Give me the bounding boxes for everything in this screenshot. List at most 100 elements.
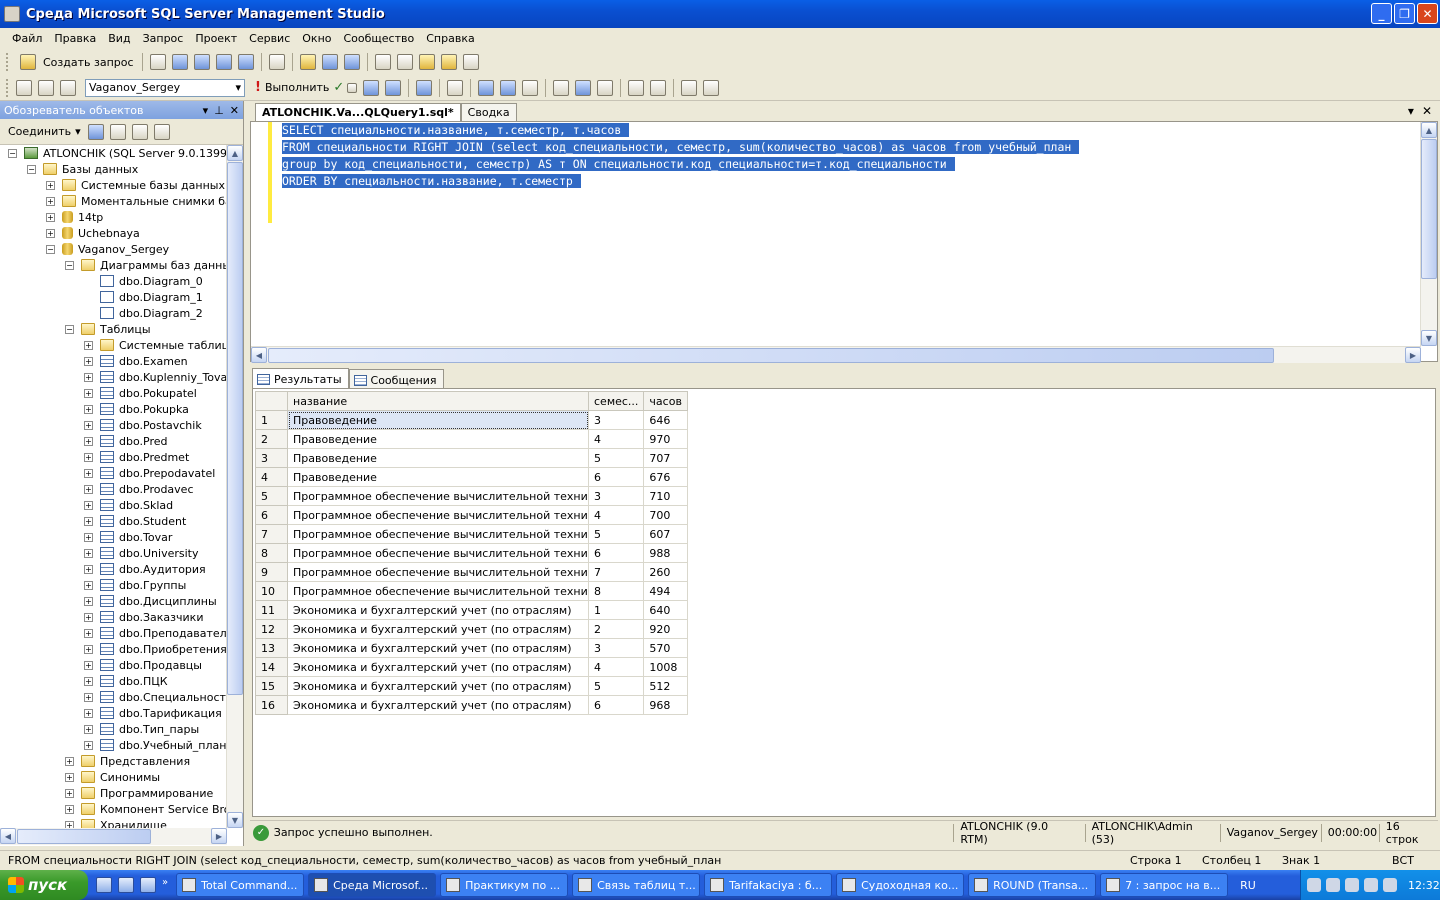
tree-node[interactable]: + dbo.Predmet [0, 449, 227, 465]
table-cell[interactable]: 4 [587, 505, 645, 525]
expand-icon[interactable]: + [65, 804, 74, 814]
scroll-right-icon[interactable]: ▶ [211, 828, 227, 844]
menu-item[interactable]: Файл [6, 32, 48, 45]
expand-icon[interactable]: + [46, 228, 55, 238]
table-cell[interactable]: 512 [643, 676, 688, 696]
table-row[interactable]: 9 Программное обеспечение вычислительной … [255, 562, 688, 582]
table-row[interactable]: 8 Программное обеспечение вычислительной … [255, 543, 688, 563]
connect-object-explorer-icon[interactable] [87, 123, 104, 140]
tab-query-editor[interactable]: ATLONCHIK.Va...QLQuery1.sql* [255, 103, 461, 121]
object-explorer-icon[interactable] [418, 54, 435, 70]
quick-launch-icon[interactable] [118, 877, 134, 893]
scroll-left-icon[interactable]: ◀ [0, 828, 16, 844]
row-number-cell[interactable]: 5 [255, 486, 288, 506]
panel-close-icon[interactable]: ✕ [230, 104, 239, 117]
tree-node[interactable]: + dbo.Аудитория [0, 561, 227, 577]
new-file-icon[interactable] [149, 54, 166, 70]
tree-node[interactable]: + dbo.Продавцы [0, 657, 227, 673]
taskbar-button[interactable]: Среда Microsof... [308, 873, 437, 897]
expand-icon[interactable]: + [65, 772, 74, 782]
table-cell[interactable]: 2 [587, 619, 645, 639]
table-cell[interactable]: 700 [643, 505, 688, 525]
security-icon[interactable] [1383, 878, 1397, 892]
taskbar-button[interactable]: ROUND (Transa... [968, 873, 1097, 897]
results-to-text-icon[interactable] [522, 79, 539, 96]
table-cell[interactable]: 7 [587, 562, 645, 582]
table-cell[interactable]: 710 [643, 486, 688, 506]
column-header[interactable]: семес... [587, 391, 645, 411]
database-select[interactable]: Vaganov_Sergey ▾ [85, 78, 245, 97]
row-number-cell[interactable]: 4 [255, 467, 288, 487]
decrease-indent-icon[interactable] [681, 79, 698, 96]
menu-item[interactable]: Сервис [243, 32, 296, 45]
tray-expand-icon[interactable] [1307, 878, 1321, 892]
sqlce-query-icon[interactable] [268, 54, 285, 70]
results-to-grid-icon[interactable] [575, 79, 592, 96]
expand-icon[interactable]: + [84, 564, 93, 574]
table-row[interactable]: 10 Программное обеспечение вычислительной… [255, 581, 688, 601]
expand-icon[interactable]: + [84, 580, 93, 590]
expand-icon[interactable]: + [46, 180, 55, 190]
table-cell[interactable]: Программное обеспечение вычислительной т… [287, 543, 589, 563]
table-cell[interactable]: 988 [643, 543, 688, 563]
collapse-icon[interactable]: − [65, 324, 74, 334]
mdx-query-icon[interactable] [215, 54, 232, 70]
table-cell[interactable]: Экономика и бухгалтерский учет (по отрас… [287, 600, 589, 620]
clock[interactable]: 12:32 [1408, 879, 1440, 892]
expand-icon[interactable]: + [84, 420, 93, 430]
table-cell[interactable]: 646 [643, 410, 688, 430]
tree-horizontal-scrollbar[interactable]: ◀ ▶ [0, 828, 227, 845]
increase-indent-icon[interactable] [703, 79, 720, 96]
menu-item[interactable]: Запрос [137, 32, 190, 45]
tree-node[interactable]: + dbo.ПЦК [0, 673, 227, 689]
connect-icon[interactable] [16, 79, 32, 96]
taskbar-button[interactable]: Судоходная ко... [836, 873, 965, 897]
taskbar-button[interactable]: Практикум по ... [440, 873, 569, 897]
tree-node[interactable]: + dbo.University [0, 545, 227, 561]
table-cell[interactable]: Экономика и бухгалтерский учет (по отрас… [287, 619, 589, 639]
tree-node[interactable]: + dbo.Prodavec [0, 481, 227, 497]
table-cell[interactable]: Программное обеспечение вычислительной т… [287, 581, 589, 601]
table-cell[interactable]: 1008 [643, 657, 688, 677]
table-cell[interactable]: 5 [587, 524, 645, 544]
table-row[interactable]: 7 Программное обеспечение вычислительной … [255, 524, 688, 544]
tree-node[interactable]: + dbo.Kuplenniy_Tovar [0, 369, 227, 385]
tree-node[interactable]: + Представления [0, 753, 227, 769]
editor-vertical-scrollbar[interactable]: ▲ ▼ [1420, 122, 1437, 346]
change-connection-icon[interactable] [60, 79, 76, 96]
code-line[interactable]: SELECT специальности.название, т.семестр… [282, 122, 1079, 139]
table-row[interactable]: 4 Правоведение 6 676 [255, 467, 688, 487]
tree-node[interactable]: dbo.Diagram_0 [0, 273, 227, 289]
table-cell[interactable]: Экономика и бухгалтерский учет (по отрас… [287, 695, 589, 715]
analysis-query-icon[interactable] [193, 54, 210, 70]
row-number-cell[interactable]: 15 [255, 676, 288, 696]
table-cell[interactable]: Программное обеспечение вычислительной т… [287, 486, 589, 506]
code-line[interactable]: ORDER BY специальности.название, т.семес… [282, 173, 1079, 190]
table-row[interactable]: 15 Экономика и бухгалтерский учет (по отр… [255, 676, 688, 696]
expand-icon[interactable]: + [84, 660, 93, 670]
scroll-thumb[interactable] [227, 162, 243, 695]
menu-item[interactable]: Справка [420, 32, 480, 45]
tree-node[interactable]: + Uchebnaya [0, 225, 227, 241]
table-cell[interactable]: 3 [587, 638, 645, 658]
expand-icon[interactable]: + [84, 692, 93, 702]
table-cell[interactable]: 3 [587, 486, 645, 506]
pin-icon[interactable]: ⊥ [214, 104, 224, 117]
menu-item[interactable]: Правка [48, 32, 102, 45]
collapse-icon[interactable]: − [8, 148, 17, 158]
volume-icon[interactable] [1345, 878, 1359, 892]
expand-icon[interactable]: + [84, 436, 93, 446]
intellisense-icon[interactable] [447, 79, 464, 96]
table-cell[interactable]: Правоведение [287, 467, 589, 487]
tree-node[interactable]: dbo.Diagram_2 [0, 305, 227, 321]
table-cell[interactable]: Программное обеспечение вычислительной т… [287, 524, 589, 544]
more-icon[interactable]: » [162, 877, 168, 893]
table-cell[interactable]: 4 [587, 429, 645, 449]
row-number-cell[interactable]: 13 [255, 638, 288, 658]
scroll-thumb[interactable] [1421, 139, 1437, 279]
table-cell[interactable]: 3 [587, 410, 645, 430]
table-cell[interactable]: 5 [587, 676, 645, 696]
expand-icon[interactable]: + [84, 372, 93, 382]
database-engine-query-icon[interactable] [171, 54, 188, 70]
client-statistics-icon[interactable] [500, 79, 517, 96]
